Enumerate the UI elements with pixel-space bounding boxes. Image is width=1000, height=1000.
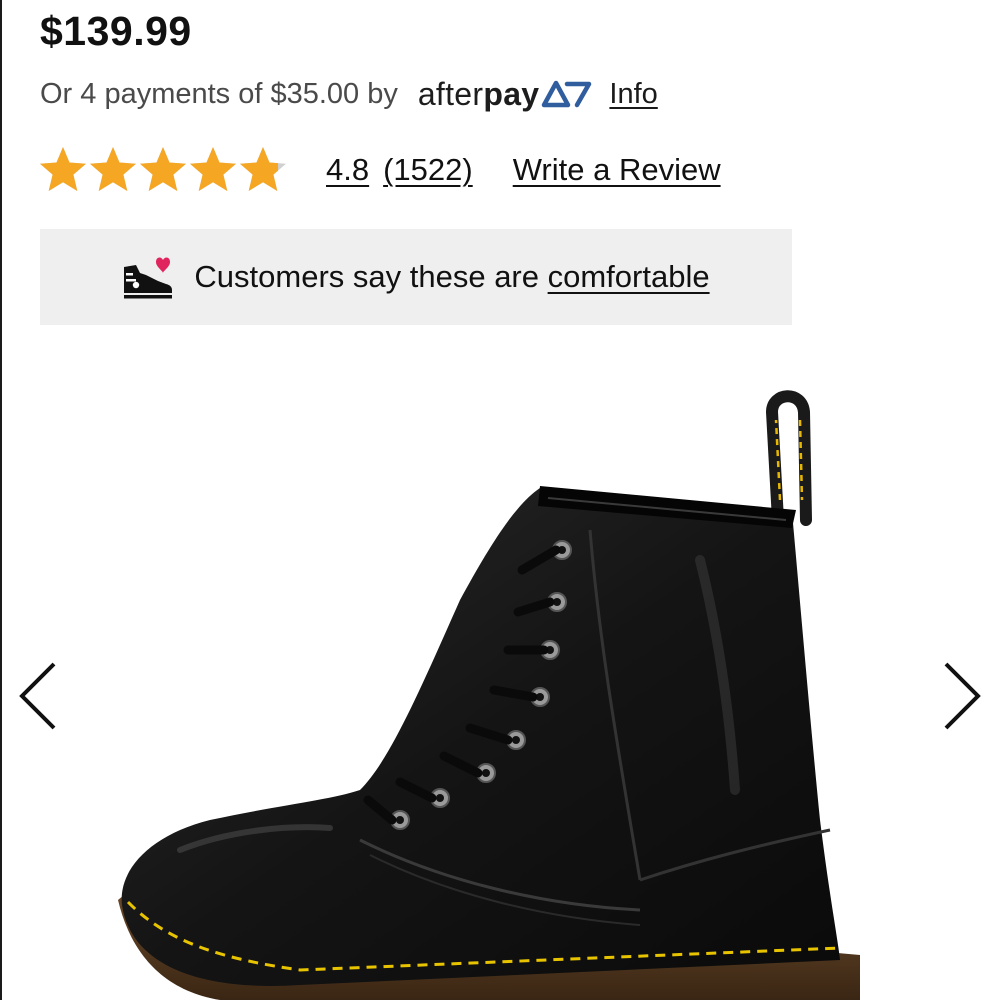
star-rating[interactable] xyxy=(38,145,288,195)
comfort-text: Customers say these are comfortable xyxy=(194,259,709,295)
afterpay-logo-pay: pay xyxy=(483,75,540,112)
afterpay-logo-after: after xyxy=(417,75,484,112)
review-count-link[interactable]: (1522) xyxy=(383,152,473,188)
star-icon xyxy=(140,147,186,191)
star-icon xyxy=(190,147,236,191)
previous-image-button[interactable] xyxy=(14,660,62,732)
product-gallery xyxy=(0,340,1000,1000)
star-icon xyxy=(90,147,136,191)
star-icon xyxy=(40,147,86,191)
installment-by-text: by xyxy=(367,77,398,110)
star-icon xyxy=(240,147,286,191)
next-image-button[interactable] xyxy=(938,660,986,732)
comfort-banner: Customers say these are comfortable xyxy=(40,229,792,325)
comfort-text-prefix: Customers say these are xyxy=(194,259,548,294)
shoe-heart-icon xyxy=(124,257,173,299)
rating-value-link[interactable]: 4.8 xyxy=(326,152,369,188)
afterpay-arrows-icon xyxy=(542,80,592,108)
installment-text: Or 4 payments of $35.00 xyxy=(40,77,360,110)
write-review-link[interactable]: Write a Review xyxy=(513,152,721,188)
afterpay-info-link[interactable]: Info xyxy=(609,78,657,111)
comfortable-link[interactable]: comfortable xyxy=(548,259,710,294)
product-price: $139.99 xyxy=(40,8,192,54)
afterpay-logo: after pay xyxy=(418,76,594,113)
installment-info: Or 4 payments of $35.00 by after pay Info xyxy=(40,72,658,116)
rating-row: 4.8 (1522) Write a Review xyxy=(38,142,721,198)
product-image[interactable] xyxy=(100,380,860,1000)
